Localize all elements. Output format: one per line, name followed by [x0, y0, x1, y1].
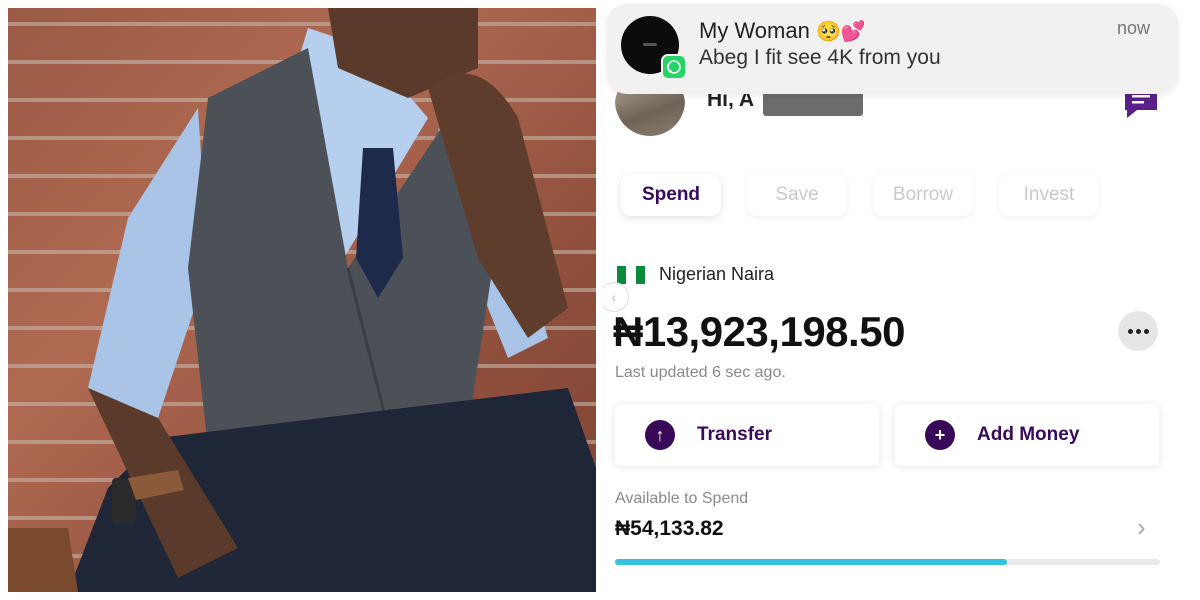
notification-time: now	[1116, 18, 1150, 38]
account-balance: ₦13,923,198.50	[613, 308, 905, 355]
last-updated-text: Last updated 6 sec ago.	[615, 364, 786, 381]
notification-message: Abeg I fit see 4K from you	[699, 46, 941, 69]
available-value: ₦54,133.82	[615, 517, 724, 540]
nigeria-flag-icon	[617, 265, 645, 284]
more-options-button[interactable]	[1118, 311, 1158, 351]
currency-row: Nigerian Naira	[617, 264, 774, 285]
account-tabs: Spend Save Borrow Invest	[621, 174, 1099, 216]
transfer-label: Transfer	[697, 424, 772, 445]
transfer-button[interactable]: ↑ Transfer	[615, 404, 879, 466]
arrow-up-icon: ↑	[645, 420, 675, 450]
sender-emojis: 🥺💕	[815, 21, 866, 43]
sender-name: My Woman	[699, 18, 810, 43]
whatsapp-notification[interactable]: My Woman 🥺💕 Abeg I fit see 4K from you n…	[607, 4, 1178, 94]
spend-progress-bar	[615, 559, 1160, 565]
tab-invest[interactable]: Invest	[999, 174, 1099, 216]
currency-label: Nigerian Naira	[659, 264, 775, 284]
spend-progress-fill	[615, 559, 1008, 565]
plus-icon: +	[925, 420, 955, 450]
bank-app-screen: Hi, A My Woman 🥺💕 Abeg I fit see 4K from…	[603, 0, 1192, 600]
whatsapp-icon	[661, 54, 687, 80]
notification-sender: My Woman 🥺💕	[699, 18, 866, 44]
chevron-right-icon[interactable]: ›	[1137, 512, 1146, 543]
tab-save[interactable]: Save	[747, 174, 847, 216]
add-money-label: Add Money	[977, 424, 1080, 445]
tab-spend[interactable]: Spend	[621, 174, 721, 216]
tab-borrow[interactable]: Borrow	[873, 174, 973, 216]
photo-collage: Hi, A My Woman 🥺💕 Abeg I fit see 4K from…	[0, 0, 1200, 600]
man-figure-illustration	[8, 8, 596, 592]
man-in-vest-photo	[8, 8, 596, 592]
available-label: Available to Spend	[615, 490, 749, 507]
add-money-button[interactable]: + Add Money	[895, 404, 1159, 466]
